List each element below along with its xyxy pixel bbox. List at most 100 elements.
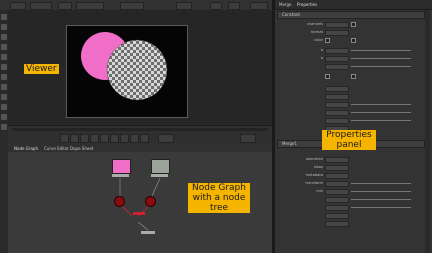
row-operation: operation bbox=[275, 157, 424, 163]
row-lower-6 bbox=[275, 197, 424, 203]
transform-field[interactable] bbox=[325, 181, 349, 187]
clamp-checkbox[interactable] bbox=[351, 74, 356, 79]
row-transform: transform bbox=[275, 181, 424, 187]
proxy-toggle[interactable] bbox=[210, 2, 222, 10]
extra-field-1[interactable] bbox=[325, 86, 349, 92]
timeline-bar bbox=[8, 125, 272, 144]
row-lower-9 bbox=[275, 221, 424, 227]
tab-node-graph[interactable]: Node Graph bbox=[14, 146, 38, 151]
merge-tool-icon[interactable] bbox=[1, 84, 7, 90]
image-tool-icon[interactable] bbox=[1, 14, 7, 20]
color-checkbox[interactable] bbox=[325, 38, 330, 43]
stop-button[interactable] bbox=[100, 134, 109, 143]
row-channels: channels bbox=[275, 22, 424, 28]
channel-selector[interactable] bbox=[10, 2, 26, 10]
viewer-canvas[interactable] bbox=[66, 25, 188, 118]
row-a-3 bbox=[275, 64, 424, 70]
red-node-icon[interactable] bbox=[145, 196, 156, 207]
viewer-annotation: Viewer bbox=[24, 64, 59, 74]
fps-field[interactable] bbox=[240, 134, 256, 143]
viewer-settings[interactable] bbox=[250, 2, 268, 10]
alpha-selector[interactable] bbox=[58, 2, 72, 10]
transform-slider[interactable] bbox=[351, 183, 411, 184]
properties-toolbar: Merge Properties bbox=[275, 0, 432, 10]
prev-frame-button[interactable] bbox=[80, 134, 89, 143]
checkerboard-sphere bbox=[106, 39, 168, 101]
extra-slider-5[interactable] bbox=[351, 120, 411, 121]
lower-field-9[interactable] bbox=[325, 221, 349, 227]
merge-node-icon[interactable] bbox=[133, 212, 145, 215]
red-node-icon[interactable] bbox=[114, 196, 125, 207]
extra-field-4[interactable] bbox=[325, 110, 349, 116]
channels-checkbox[interactable] bbox=[351, 22, 356, 27]
tab-dope-sheet[interactable]: Dope Sheet bbox=[70, 146, 93, 151]
color-checkbox-2[interactable] bbox=[351, 38, 356, 43]
input-b-selector[interactable] bbox=[120, 2, 144, 10]
draw-tool-icon[interactable] bbox=[1, 24, 7, 30]
row-color: color bbox=[275, 38, 424, 43]
next-frame-button[interactable] bbox=[120, 134, 129, 143]
panel-tab-properties[interactable]: Properties bbox=[297, 2, 317, 7]
panel-tab-merge[interactable]: Merge bbox=[279, 2, 292, 7]
row-mix: mix bbox=[275, 189, 424, 195]
row-format: format bbox=[275, 30, 424, 36]
mix-field[interactable] bbox=[325, 189, 349, 195]
input-a-selector[interactable] bbox=[76, 2, 104, 10]
lower-slider-7[interactable] bbox=[351, 207, 411, 208]
play-backward-button[interactable] bbox=[90, 134, 99, 143]
row-extra-4 bbox=[275, 110, 424, 116]
a-field-1[interactable] bbox=[325, 48, 349, 54]
mix-slider[interactable] bbox=[351, 191, 411, 192]
tab-curve-editor[interactable]: Curve Editor bbox=[44, 146, 69, 151]
metadata-select[interactable] bbox=[325, 173, 349, 179]
keyer-tool-icon[interactable] bbox=[1, 74, 7, 80]
roi-toggle[interactable] bbox=[228, 2, 240, 10]
filter-tool-icon[interactable] bbox=[1, 64, 7, 70]
time-tool-icon[interactable] bbox=[1, 34, 7, 40]
lower-field-8[interactable] bbox=[325, 213, 349, 219]
prev-keyframe-button[interactable] bbox=[70, 134, 79, 143]
a-field-2[interactable] bbox=[325, 56, 349, 62]
premult-checkbox[interactable] bbox=[325, 74, 330, 79]
a-field-3[interactable] bbox=[325, 64, 349, 70]
extra-field-3[interactable] bbox=[325, 102, 349, 108]
extra-slider-3[interactable] bbox=[351, 104, 411, 105]
output-node-label[interactable] bbox=[141, 231, 155, 234]
extra-field-2[interactable] bbox=[325, 94, 349, 100]
zoom-selector[interactable] bbox=[176, 2, 192, 10]
a-slider-2[interactable] bbox=[351, 58, 411, 59]
3d-tool-icon[interactable] bbox=[1, 104, 7, 110]
node-graph-annotation: Node Graph with a node tree bbox=[188, 183, 250, 213]
lower-field-7[interactable] bbox=[325, 205, 349, 211]
operation-select[interactable] bbox=[325, 157, 349, 163]
color-tool-icon[interactable] bbox=[1, 54, 7, 60]
other-tool-icon[interactable] bbox=[1, 124, 7, 130]
next-keyframe-button[interactable] bbox=[130, 134, 139, 143]
frame-slider[interactable] bbox=[12, 128, 268, 131]
lower-slider-6[interactable] bbox=[351, 199, 411, 200]
views-tool-icon[interactable] bbox=[1, 114, 7, 120]
channels-select[interactable] bbox=[325, 22, 349, 28]
extra-field-5[interactable] bbox=[325, 118, 349, 124]
play-forward-button[interactable] bbox=[110, 134, 119, 143]
frame-field[interactable] bbox=[158, 134, 174, 143]
a-slider-3[interactable] bbox=[351, 66, 411, 67]
pipe-checker-to-merge bbox=[151, 177, 161, 197]
channel-tool-icon[interactable] bbox=[1, 44, 7, 50]
a-slider-1[interactable] bbox=[351, 50, 411, 51]
format-select[interactable] bbox=[325, 30, 349, 36]
layer-selector[interactable] bbox=[30, 2, 52, 10]
extra-slider-4[interactable] bbox=[351, 112, 411, 113]
lower-node-title: Merge1 bbox=[282, 141, 298, 146]
lower-field-6[interactable] bbox=[325, 197, 349, 203]
pipe-merge-to-output bbox=[137, 221, 149, 231]
upper-node-title: Constant bbox=[282, 12, 300, 17]
row-lower-8 bbox=[275, 213, 424, 219]
properties-scrollbar[interactable] bbox=[425, 10, 430, 253]
upper-node-header[interactable]: Constant bbox=[277, 11, 425, 19]
last-frame-button[interactable] bbox=[140, 134, 149, 143]
viewer-image bbox=[81, 32, 168, 101]
first-frame-button[interactable] bbox=[60, 134, 69, 143]
transform-tool-icon[interactable] bbox=[1, 94, 7, 100]
bbox-select[interactable] bbox=[325, 165, 349, 171]
